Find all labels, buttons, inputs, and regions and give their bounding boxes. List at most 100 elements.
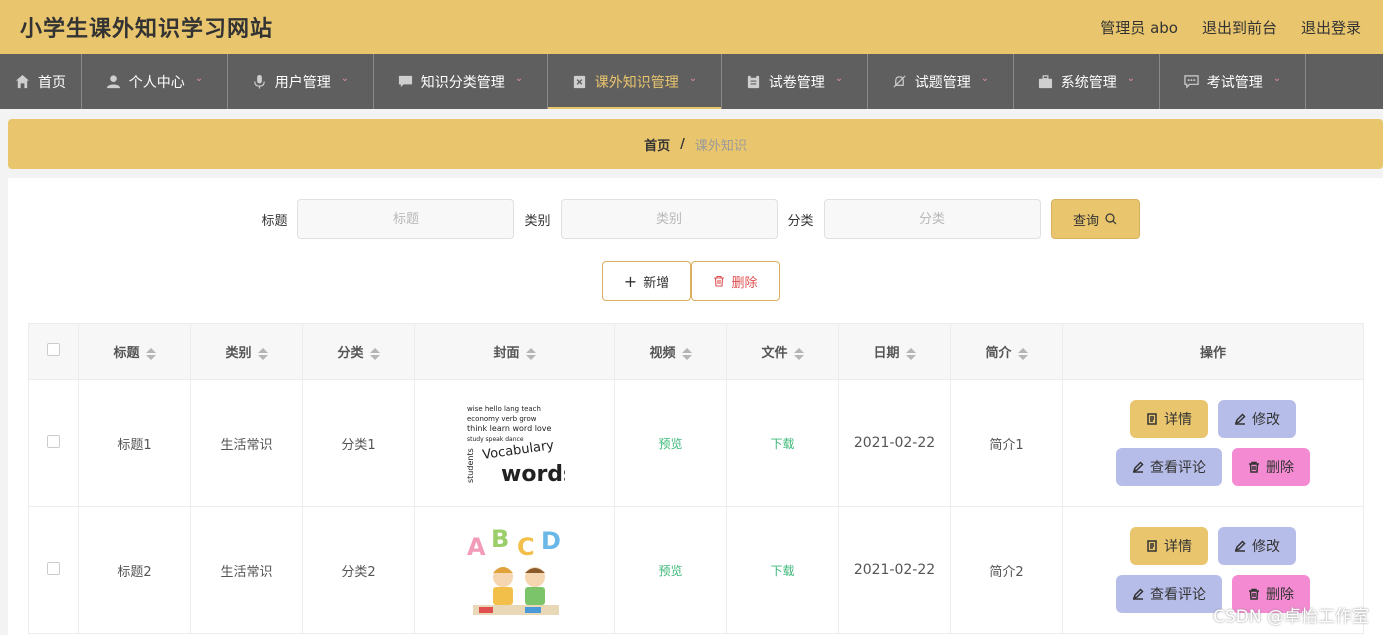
add-button[interactable]: + 新增 (602, 261, 691, 301)
sort-icon[interactable] (1017, 347, 1028, 360)
main-content: 标题 类别 分类 查询 + 新增 删除 (8, 178, 1383, 635)
sort-icon[interactable] (525, 347, 536, 360)
edit-icon (1234, 540, 1246, 552)
chevron-down-icon: ⌄ (340, 73, 350, 84)
nav-item-personal[interactable]: 个人中心 ⌄ (82, 54, 228, 109)
view-comments-button[interactable]: 查看评论 (1116, 575, 1222, 613)
nav-item-exams[interactable]: 考试管理 ⌄ (1160, 54, 1306, 109)
title-cell: 标题1 (78, 379, 191, 507)
header-label: 类别 (225, 346, 252, 361)
select-all-cell (28, 323, 79, 380)
view-comments-button[interactable]: 查看评论 (1116, 448, 1222, 486)
row-select-cell (28, 379, 79, 507)
sort-icon[interactable] (257, 347, 268, 360)
nav-item-papers[interactable]: 试卷管理 ⌄ (722, 54, 868, 109)
exit-to-front-link[interactable]: 退出到前台 (1202, 17, 1277, 38)
svg-text:think learn word love: think learn word love (467, 424, 552, 433)
column-header[interactable]: 日期 (838, 323, 951, 380)
header-label: 文件 (761, 346, 788, 361)
svg-text:economy verb grow: economy verb grow (467, 415, 537, 423)
title-cell: 标题2 (78, 506, 191, 634)
column-header[interactable]: 文件 (726, 323, 839, 380)
header-links: 管理员 abo 退出到前台 退出登录 (1100, 17, 1361, 38)
class-cell: 分类2 (302, 506, 415, 634)
plus-icon: + (623, 271, 638, 291)
column-header[interactable]: 视频 (614, 323, 727, 380)
svg-text:wise hello lang teach: wise hello lang teach (467, 405, 541, 413)
header-label: 视频 (649, 346, 676, 361)
select-all-checkbox[interactable] (47, 343, 60, 356)
table-row: 标题2 生活常识 分类2 A B C D 预览 下载 2021-02-22 简介… (28, 506, 1364, 634)
nav-item-categories[interactable]: 知识分类管理 ⌄ (374, 54, 548, 109)
preview-link[interactable]: 预览 (658, 437, 682, 451)
logout-link[interactable]: 退出登录 (1301, 17, 1361, 38)
query-button[interactable]: 查询 (1050, 199, 1140, 239)
delete-button[interactable]: 删除 (1232, 448, 1310, 486)
nav-label: 课外知识管理 (594, 74, 679, 91)
breadcrumb-home[interactable]: 首页 (644, 135, 670, 154)
edit-button[interactable]: 修改 (1218, 400, 1296, 438)
edit-button[interactable]: 修改 (1218, 527, 1296, 565)
document-icon (1147, 413, 1157, 425)
class-search-input[interactable] (823, 199, 1041, 239)
row-checkbox[interactable] (47, 434, 60, 448)
nav-item-knowledge[interactable]: 课外知识管理 ⌄ (548, 54, 722, 109)
knowledge-table: 标题 类别 分类 封面 视频 文件 日期 简介 操作 标题1 生活常识 分类1 (28, 323, 1364, 634)
sort-icon[interactable] (793, 347, 804, 360)
ops-cell: 详情 修改 查看评论 删除 (1062, 379, 1364, 507)
column-header[interactable]: 类别 (190, 323, 303, 380)
nav-label: 首页 (38, 74, 66, 91)
header-label: 标题 (113, 346, 140, 361)
add-label: 新增 (643, 275, 670, 291)
user-icon (106, 75, 120, 89)
video-cell: 预览 (614, 506, 727, 634)
sort-icon[interactable] (145, 347, 156, 360)
category-cell: 生活常识 (190, 379, 303, 507)
category-label: 类别 (524, 213, 551, 229)
row-checkbox[interactable] (47, 561, 60, 575)
abcd-kids-image: A B C D (464, 521, 565, 619)
document-icon (1147, 540, 1157, 552)
download-link[interactable]: 下载 (770, 564, 794, 578)
download-link[interactable]: 下载 (770, 437, 794, 451)
sort-icon[interactable] (369, 347, 380, 360)
edit-icon (1234, 413, 1246, 425)
nav-item-users[interactable]: 用户管理 ⌄ (228, 54, 374, 109)
column-header[interactable]: 封面 (414, 323, 615, 380)
bell-off-icon (893, 75, 906, 88)
trash-icon (1249, 588, 1259, 600)
column-header[interactable]: 分类 (302, 323, 415, 380)
nav-item-home[interactable]: 首页 (0, 54, 82, 109)
comments-label: 查看评论 (1150, 460, 1206, 476)
nav-label: 考试管理 (1206, 74, 1263, 91)
nav-item-system[interactable]: 系统管理 ⌄ (1014, 54, 1160, 109)
header-label: 操作 (1199, 346, 1226, 361)
batch-delete-button[interactable]: 删除 (691, 261, 780, 301)
header-label: 日期 (873, 346, 900, 361)
intro-cell: 简介1 (950, 379, 1063, 507)
delete-label: 删除 (1266, 460, 1294, 476)
delete-label: 删除 (731, 275, 758, 291)
chevron-down-icon: ⌄ (514, 73, 524, 84)
title-search-input[interactable] (297, 199, 515, 239)
detail-button[interactable]: 详情 (1130, 400, 1208, 438)
sort-icon[interactable] (681, 347, 692, 360)
chevron-down-icon: ⌄ (834, 73, 844, 84)
cover-letter: C (517, 533, 535, 561)
file-cell: 下载 (726, 379, 839, 507)
nav-label: 试卷管理 (768, 74, 825, 91)
column-header[interactable]: 标题 (78, 323, 191, 380)
column-header[interactable]: 简介 (950, 323, 1063, 380)
category-search-input[interactable] (560, 199, 778, 239)
breadcrumb: 首页 / 课外知识 (8, 119, 1383, 169)
detail-button[interactable]: 详情 (1130, 527, 1208, 565)
title-label: 标题 (261, 213, 288, 229)
table-header-row: 标题 类别 分类 封面 视频 文件 日期 简介 操作 (28, 323, 1364, 380)
sort-icon[interactable] (905, 347, 916, 360)
query-label: 查询 (1073, 213, 1100, 229)
preview-link[interactable]: 预览 (658, 564, 682, 578)
nav-label: 系统管理 (1060, 74, 1117, 91)
table-row: 标题1 生活常识 分类1 wise hello lang teach econo… (28, 379, 1364, 507)
nav-item-questions[interactable]: 试题管理 ⌄ (868, 54, 1014, 109)
nav-label: 知识分类管理 (420, 74, 505, 91)
